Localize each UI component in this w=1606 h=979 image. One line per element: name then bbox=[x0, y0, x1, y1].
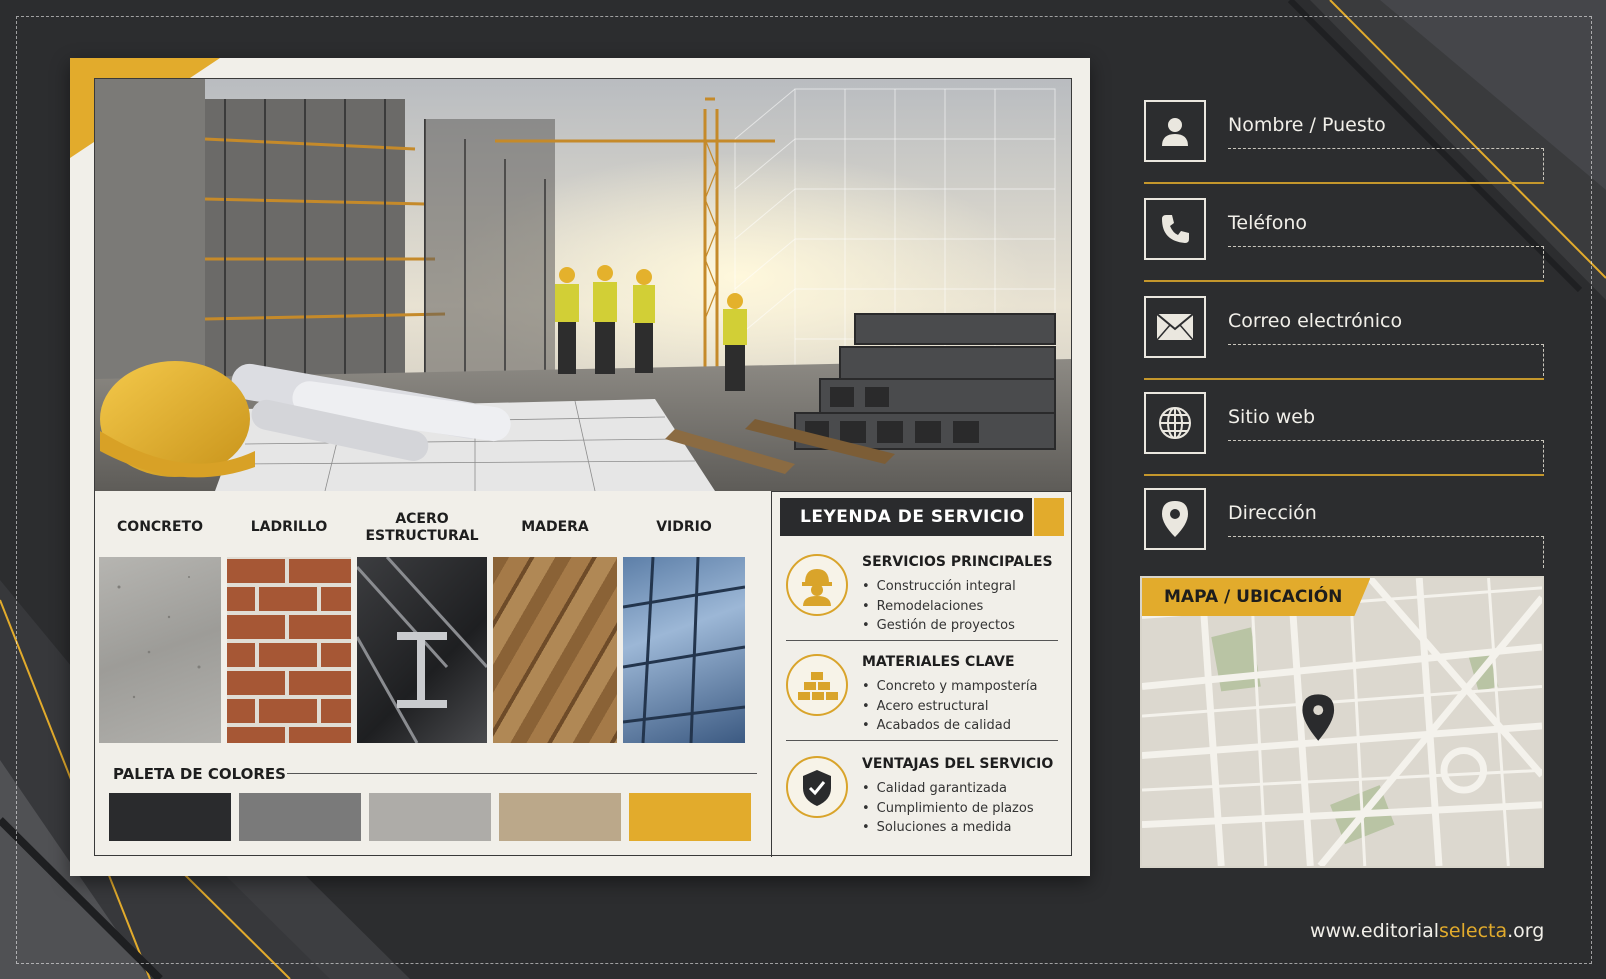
contact-input-line[interactable] bbox=[1228, 440, 1544, 472]
shield-check-icon bbox=[786, 756, 848, 818]
contact-label: Nombre / Puesto bbox=[1228, 114, 1386, 136]
palette-swatch-5 bbox=[629, 793, 751, 841]
material-label-vidrio: VIDRIO bbox=[656, 519, 712, 535]
contact-field-name[interactable]: Nombre / Puesto bbox=[1144, 100, 1544, 184]
contact-field-website[interactable]: Sitio web bbox=[1144, 392, 1544, 476]
list-item: Remodelaciones bbox=[862, 597, 1016, 617]
contact-label: Teléfono bbox=[1228, 212, 1308, 234]
legend-divider bbox=[786, 640, 1058, 641]
contact-field-phone[interactable]: Teléfono bbox=[1144, 198, 1544, 282]
person-icon bbox=[1144, 100, 1206, 162]
material-label-ladrillo: LADRILLO bbox=[250, 519, 328, 535]
contact-label: Correo electrónico bbox=[1228, 310, 1403, 332]
list-item: Acabados de calidad bbox=[862, 716, 1037, 736]
brick-texture bbox=[197, 557, 379, 751]
card-inner-frame: CONCRETO LADRILLO ACERO ESTRUCTURAL MADE… bbox=[94, 78, 1072, 857]
location-pin-icon bbox=[1144, 488, 1206, 550]
list-item: Construcción integral bbox=[862, 577, 1016, 597]
legend-section-title: MATERIALES CLAVE bbox=[862, 654, 1015, 670]
glass-texture bbox=[622, 556, 746, 744]
steel-texture bbox=[355, 555, 489, 744]
legend-section-materiales: MATERIALES CLAVE Concreto y mampostería … bbox=[786, 652, 1058, 742]
list-item: Acero estructural bbox=[862, 697, 1037, 717]
contact-divider bbox=[1144, 378, 1544, 380]
list-item: Concreto y mampostería bbox=[862, 677, 1038, 697]
worker-icon bbox=[786, 554, 848, 616]
legend-section-title: SERVICIOS PRINCIPALES bbox=[862, 554, 1053, 570]
contact-input-line[interactable] bbox=[1228, 246, 1544, 278]
website-url[interactable]: www.editorialselecta.org bbox=[1310, 920, 1544, 942]
legend-section-ventajas: VENTAJAS DEL SERVICIO Calidad garantizad… bbox=[786, 754, 1058, 844]
list-item: Gestión de proyectos bbox=[862, 616, 1016, 636]
legend-section-servicios: SERVICIOS PRINCIPALES Construcción integ… bbox=[786, 552, 1058, 642]
palette-swatch-4 bbox=[499, 793, 621, 841]
concrete-texture bbox=[99, 557, 221, 743]
list-item: Cumplimiento de plazos bbox=[862, 799, 1034, 819]
materials-section: CONCRETO LADRILLO ACERO ESTRUCTURAL MADE… bbox=[95, 491, 771, 857]
bricks-icon bbox=[786, 654, 848, 716]
list-item: Calidad garantizada bbox=[862, 779, 1034, 799]
contact-input-line[interactable] bbox=[1228, 148, 1544, 180]
legend-title-accent bbox=[1034, 498, 1064, 536]
construction-hero-image bbox=[95, 79, 1071, 491]
palette-title: PALETA DE COLORES bbox=[113, 765, 286, 783]
contact-input-line[interactable] bbox=[1228, 344, 1544, 376]
website-highlight: selecta bbox=[1439, 920, 1508, 942]
palette-swatch-3 bbox=[369, 793, 491, 841]
map-title: MAPA / UBICACIÓN bbox=[1142, 578, 1371, 616]
palette-swatch-2 bbox=[239, 793, 361, 841]
location-map[interactable]: MAPA / UBICACIÓN bbox=[1140, 576, 1544, 868]
material-label-concreto: CONCRETO bbox=[117, 519, 203, 535]
material-label-madera: MADERA bbox=[521, 519, 589, 535]
legend-section-title: VENTAJAS DEL SERVICIO bbox=[862, 756, 1054, 772]
contact-divider bbox=[1144, 182, 1544, 184]
globe-icon bbox=[1144, 392, 1206, 454]
palette-swatch-1 bbox=[109, 793, 231, 841]
list-item: Soluciones a medida bbox=[862, 818, 1034, 838]
contact-label: Sitio web bbox=[1228, 406, 1316, 428]
contact-label: Dirección bbox=[1228, 502, 1317, 524]
contact-divider bbox=[1144, 280, 1544, 282]
contact-input-line[interactable] bbox=[1228, 536, 1544, 568]
contact-divider bbox=[1144, 474, 1544, 476]
wood-texture bbox=[493, 557, 617, 743]
website-prefix: www.editorial bbox=[1310, 920, 1440, 942]
mail-icon bbox=[1144, 296, 1206, 358]
service-legend: LEYENDA DE SERVICIO SERVICIOS PRINCIPALE… bbox=[771, 491, 1071, 857]
website-suffix: .org bbox=[1507, 920, 1545, 942]
material-label-acero: ACERO ESTRUCTURAL bbox=[365, 511, 479, 544]
contact-field-email[interactable]: Correo electrónico bbox=[1144, 296, 1544, 380]
contact-field-address[interactable]: Dirección bbox=[1144, 488, 1544, 568]
presentation-card: CONCRETO LADRILLO ACERO ESTRUCTURAL MADE… bbox=[70, 58, 1090, 876]
palette-divider bbox=[287, 773, 757, 774]
phone-icon bbox=[1144, 198, 1206, 260]
legend-divider bbox=[786, 740, 1058, 741]
legend-title: LEYENDA DE SERVICIO bbox=[780, 498, 1032, 536]
